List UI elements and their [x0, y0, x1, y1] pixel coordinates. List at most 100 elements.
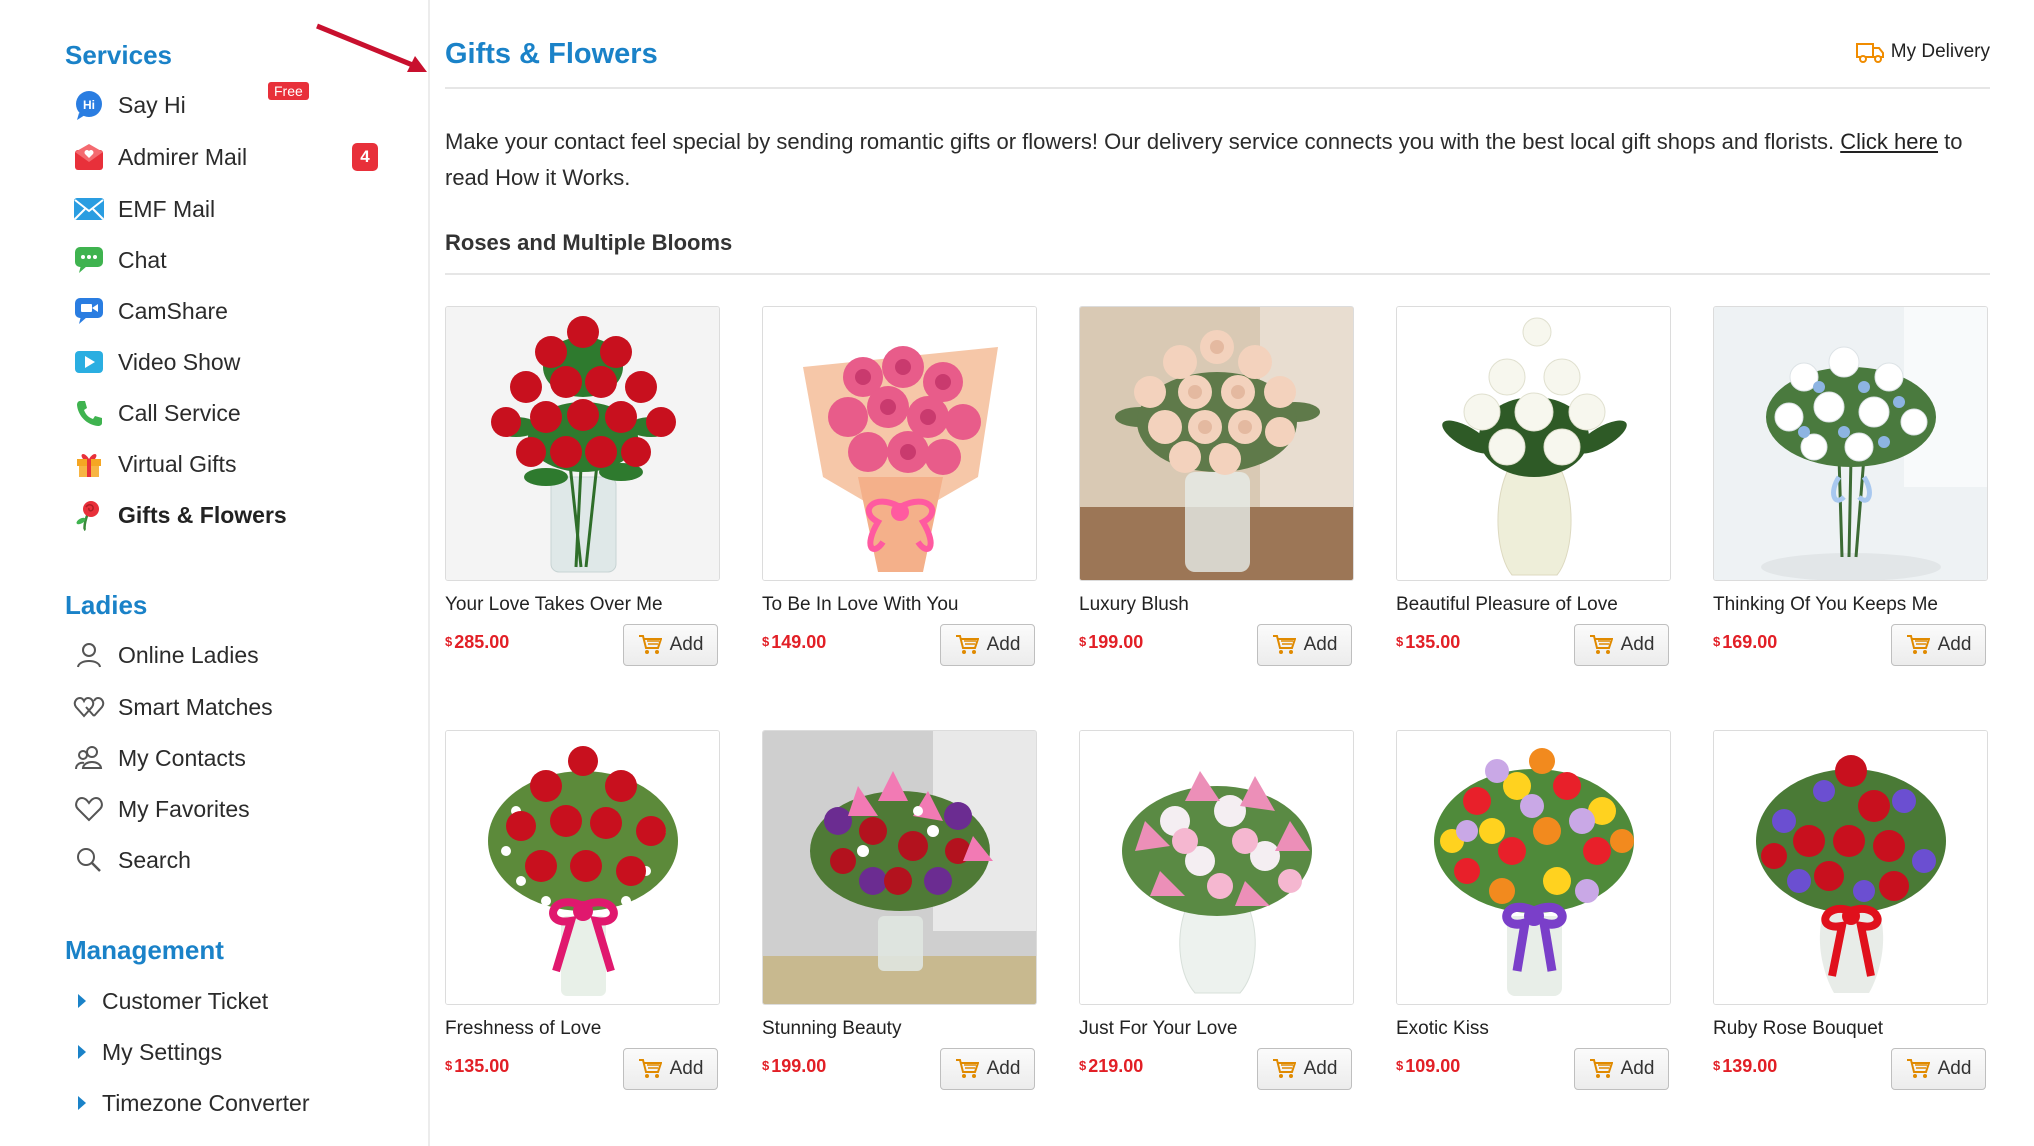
my-delivery-link[interactable]: My Delivery: [1855, 40, 1990, 64]
my-delivery-label: My Delivery: [1890, 41, 1990, 62]
sidebar-item-label: My Settings: [102, 1038, 223, 1065]
currency-symbol: $: [1713, 1058, 1721, 1073]
unread-count-badge: 4: [352, 143, 378, 171]
product-image[interactable]: [762, 730, 1037, 1005]
product-price: $285.00: [445, 632, 509, 653]
section-title: Roses and Multiple Blooms: [445, 230, 733, 255]
cart-icon: [1272, 1059, 1296, 1078]
product-image[interactable]: [1396, 306, 1671, 581]
sidebar-item-gifts-flowers[interactable]: Gifts & Flowers: [70, 495, 390, 535]
product-price: $135.00: [445, 1056, 509, 1077]
sidebar-item-smart-matches[interactable]: Smart Matches: [70, 687, 390, 727]
product-name: Stunning Beauty: [762, 1018, 902, 1039]
sidebar-item-my-favorites[interactable]: My Favorites: [70, 789, 390, 829]
product-card: Stunning Beauty $199.00 Add: [762, 730, 1037, 1090]
caret-right-icon: [78, 994, 86, 1008]
sidebar-item-timezone-converter[interactable]: Timezone Converter: [78, 1083, 310, 1123]
emf-mail-icon: [70, 190, 108, 228]
product-card: Just For Your Love $219.00 Add: [1079, 730, 1354, 1090]
cart-icon: [1589, 635, 1613, 654]
how-it-works-link[interactable]: Click here: [1840, 129, 1938, 154]
sidebar-item-chat[interactable]: Chat: [70, 240, 390, 280]
price-value: 109.00: [1405, 1056, 1461, 1076]
product-card: Thinking Of You Keeps Me $169.00 Add: [1713, 306, 1988, 666]
sidebar-item-my-contacts[interactable]: My Contacts: [70, 738, 390, 778]
add-label: Add: [1620, 634, 1655, 655]
rose-icon: [70, 496, 108, 534]
add-label: Add: [986, 634, 1021, 655]
sidebar-item-label: Video Show: [118, 348, 241, 375]
user-icon: [70, 636, 108, 674]
price-value: 149.00: [771, 632, 827, 652]
sidebar-item-label: Search: [118, 846, 191, 873]
heart-icon: [70, 790, 108, 828]
currency-symbol: $: [762, 634, 770, 649]
sidebar-item-emf-mail[interactable]: EMF Mail: [70, 189, 390, 229]
add-to-cart-button[interactable]: Add: [1574, 624, 1669, 666]
add-to-cart-button[interactable]: Add: [1574, 1048, 1669, 1090]
product-image[interactable]: [445, 306, 720, 581]
add-to-cart-button[interactable]: Add: [940, 1048, 1035, 1090]
ladies-heading: Ladies: [65, 590, 148, 620]
product-name: Exotic Kiss: [1396, 1018, 1489, 1039]
chat-icon: [70, 241, 108, 279]
product-image[interactable]: [1396, 730, 1671, 1005]
sidebar-item-label: Gifts & Flowers: [118, 501, 287, 528]
sidebar-item-label: Chat: [118, 246, 167, 273]
intro-paragraph: Make your contact feel special by sendin…: [445, 124, 1985, 196]
sidebar-item-label: My Favorites: [118, 795, 250, 822]
contacts-icon: [70, 739, 108, 777]
product-image[interactable]: [1079, 730, 1354, 1005]
management-heading: Management: [65, 935, 224, 965]
intro-text: Make your contact feel special by sendin…: [445, 129, 1835, 154]
price-value: 199.00: [771, 1056, 827, 1076]
admirer-mail-icon: [70, 138, 108, 176]
currency-symbol: $: [1079, 1058, 1087, 1073]
currency-symbol: $: [762, 1058, 770, 1073]
add-to-cart-button[interactable]: Add: [940, 624, 1035, 666]
add-to-cart-button[interactable]: Add: [1891, 624, 1986, 666]
price-value: 139.00: [1722, 1056, 1778, 1076]
add-to-cart-button[interactable]: Add: [1257, 624, 1352, 666]
price-value: 199.00: [1088, 632, 1144, 652]
add-to-cart-button[interactable]: Add: [623, 624, 718, 666]
sidebar-item-video-show[interactable]: Video Show: [70, 342, 390, 382]
sidebar-item-label: Smart Matches: [118, 693, 273, 720]
add-label: Add: [1303, 634, 1338, 655]
add-to-cart-button[interactable]: Add: [1257, 1048, 1352, 1090]
sidebar-item-call-service[interactable]: Call Service: [70, 393, 390, 433]
product-image[interactable]: [762, 306, 1037, 581]
add-to-cart-button[interactable]: Add: [623, 1048, 718, 1090]
sidebar-item-admirer-mail[interactable]: Admirer Mail 4: [70, 137, 390, 177]
services-heading: Services: [65, 40, 172, 70]
product-name: Freshness of Love: [445, 1018, 602, 1039]
add-label: Add: [669, 634, 704, 655]
sidebar-item-label: Customer Ticket: [102, 987, 269, 1014]
product-image[interactable]: [1079, 306, 1354, 581]
product-price: $169.00: [1713, 632, 1777, 653]
sidebar-item-camshare[interactable]: CamShare: [70, 291, 390, 331]
product-image[interactable]: [1713, 730, 1988, 1005]
sidebar-item-my-settings[interactable]: My Settings: [78, 1032, 222, 1072]
sidebar-item-label: EMF Mail: [118, 195, 216, 222]
product-card: Beautiful Pleasure of Love $135.00 Add: [1396, 306, 1671, 666]
sidebar-item-search[interactable]: Search: [70, 840, 390, 880]
add-label: Add: [1937, 634, 1972, 655]
sidebar-item-label: Virtual Gifts: [118, 450, 237, 477]
svg-text:Hi: Hi: [83, 98, 95, 112]
sidebar-item-say-hi[interactable]: Hi Say Hi Free: [70, 82, 390, 125]
hearts-icon: [70, 688, 108, 726]
cart-icon: [955, 1059, 979, 1078]
sidebar-item-online-ladies[interactable]: Online Ladies: [70, 635, 390, 675]
add-to-cart-button[interactable]: Add: [1891, 1048, 1986, 1090]
sidebar-item-virtual-gifts[interactable]: Virtual Gifts: [70, 444, 390, 484]
product-image[interactable]: [445, 730, 720, 1005]
product-image[interactable]: [1713, 306, 1988, 581]
cart-icon: [1906, 1059, 1930, 1078]
search-icon: [70, 841, 108, 879]
cart-icon: [1589, 1059, 1613, 1078]
sidebar-item-customer-ticket[interactable]: Customer Ticket: [78, 981, 268, 1021]
product-name: Ruby Rose Bouquet: [1713, 1018, 1884, 1039]
price-value: 219.00: [1088, 1056, 1144, 1076]
phone-icon: [70, 394, 108, 432]
